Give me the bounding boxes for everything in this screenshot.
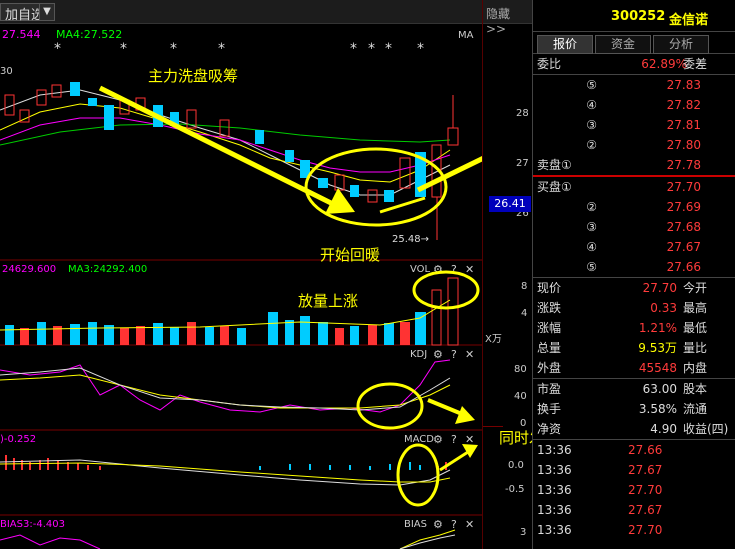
vol-tick: 8 (521, 281, 528, 292)
gear-icon[interactable]: ⚙ (433, 518, 443, 531)
vol-ma-line (0, 299, 451, 331)
bid-row: ② 27.69 (586, 200, 701, 214)
tick-list: 13:36 27.66 13:36 27.67 13:36 27.70 13:36 27… (537, 443, 663, 537)
tab-funds[interactable]: 资金 (595, 35, 651, 54)
gear-icon[interactable]: ⚙ (433, 348, 443, 361)
quote-panel: 300252 金信诺 报价 资金 分析 委比 62.89% 委差 ⑤ 27.83 … (532, 0, 735, 549)
bid-row: ③ 27.68 (586, 220, 701, 234)
ask-row: 卖盘① 27.78 (537, 158, 701, 172)
svg-text:*: * (54, 41, 61, 57)
macd-histogram (5, 455, 447, 470)
help-icon[interactable]: ? (451, 433, 457, 446)
stock-code: 300252 (611, 9, 666, 24)
ma-left-label: 27.544 (2, 28, 41, 41)
weidiff-label: 委差 (683, 57, 708, 71)
vol-tag: VOL (410, 264, 431, 275)
highlight-ellipse-macd (396, 443, 440, 507)
ask-row: ⑤ 27.83 (586, 78, 701, 92)
ma-line-yellow (0, 103, 451, 183)
stock-header: 300252 金信诺 (533, 0, 735, 32)
macd-tag: MACD (404, 434, 434, 445)
tab-quote[interactable]: 报价 (537, 35, 593, 54)
ask-row: ② 27.80 (586, 138, 701, 152)
svg-text:*: * (218, 41, 225, 57)
current-price-box: 26.41 (489, 196, 531, 212)
bias-tick: 3 (520, 527, 527, 538)
kline-chart[interactable]: 27.544 MA4:27.522 MA 30 * * * * * * * * (0, 0, 482, 549)
annotation-3: 放量上涨 (298, 292, 358, 310)
ma-line-green (0, 123, 451, 146)
kdj-tag: KDJ (410, 349, 427, 360)
kdj-tick: 40 (514, 391, 527, 402)
svg-text:*: * (350, 41, 357, 57)
ask-row: ④ 27.82 (586, 98, 701, 112)
low-marker: 25.48→ (392, 234, 429, 245)
close-icon[interactable]: ✕ (465, 433, 474, 446)
weibi-label: 委比 (537, 57, 562, 71)
svg-text:*: * (417, 41, 424, 57)
price-axis: 28 27 26 26.41 8 4 X万 80 40 0 0.0 -0.5 3 (482, 0, 532, 549)
arrow-kdj (427, 398, 475, 424)
bid-list: 买盘① 27.70 ② 27.69 ③ 27.68 ④ 27.67 ⑤ 27.66 (533, 177, 735, 277)
close-icon[interactable]: ✕ (465, 348, 474, 361)
vol-tick: 4 (521, 308, 528, 319)
quote-stats: 现价 27.70 今开 涨跌 0.33 最高 涨幅 1.21% 最低 总量 9.53万 量比 外… (533, 278, 735, 439)
help-icon[interactable]: ? (451, 348, 457, 361)
ma-line-magenta (0, 117, 451, 173)
vol-ma3-label: MA3:24292.400 (68, 264, 147, 275)
tab-analysis[interactable]: 分析 (653, 35, 709, 54)
svg-text:*: * (385, 41, 392, 57)
ma4-label: MA4:27.522 (56, 28, 122, 41)
macd-left-label: )-0.252 (0, 434, 36, 445)
vol-left-label: 24629.600 (2, 264, 56, 275)
price-tick: 27 (516, 158, 529, 169)
bias-line-1 (0, 534, 101, 549)
macd-tick: -0.5 (505, 484, 525, 495)
arrow-down (98, 85, 355, 214)
ask-list: ⑤ 27.83 ④ 27.82 ③ 27.81 ② 27.80 卖盘① 27.78 (533, 75, 735, 175)
kdj-tick: 80 (514, 364, 527, 375)
bias-left-label: BIAS3:-4.403 (0, 519, 65, 530)
ma-line-white (0, 89, 451, 196)
gear-icon[interactable]: ⚙ (433, 433, 443, 446)
bid-row: 买盘① 27.70 (537, 180, 701, 194)
weibi-value: 62.89% (641, 57, 687, 71)
svg-text:*: * (120, 41, 127, 57)
bias-tag: BIAS (404, 519, 427, 530)
annotation-2: 开始回暖 (320, 246, 380, 264)
help-icon[interactable]: ? (451, 518, 457, 531)
left-tick: 30 (0, 66, 13, 77)
arrow-macd (439, 444, 478, 472)
arrow-up-right (416, 156, 482, 193)
close-icon[interactable]: ✕ (465, 518, 474, 531)
close-icon[interactable]: ✕ (465, 263, 474, 276)
bid-row: ④ 27.67 (586, 240, 701, 254)
stock-name: 金信诺 (669, 13, 709, 28)
svg-text:*: * (368, 41, 375, 57)
ma-tag: MA (458, 30, 474, 41)
ask-row: ③ 27.81 (586, 118, 701, 132)
volume-bars (5, 277, 459, 346)
bid-row: ⑤ 27.66 (586, 260, 701, 274)
star-markers: * * * * * * * * (54, 41, 424, 57)
kdj-k-line (0, 367, 451, 411)
weibi-row: 委比 62.89% 委差 (533, 54, 735, 74)
vol-unit: X万 (485, 334, 502, 345)
price-tick: 28 (516, 108, 529, 119)
svg-text:*: * (170, 41, 177, 57)
bias-line-3 (399, 534, 456, 549)
quote-tabs: 报价 资金 分析 (533, 32, 735, 54)
annotation-1: 主力洗盘吸筹 (148, 67, 238, 85)
macd-tick: 0.0 (508, 460, 524, 471)
